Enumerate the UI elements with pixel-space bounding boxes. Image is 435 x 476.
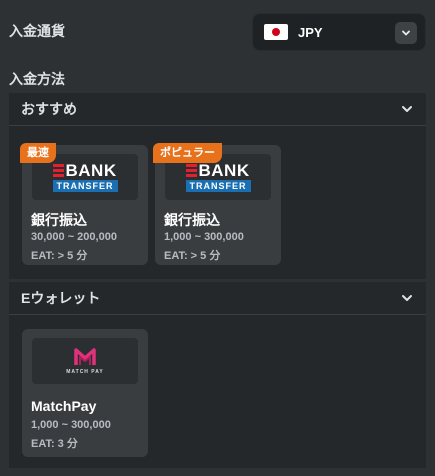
section-recommended-header[interactable]: おすすめ <box>9 93 426 126</box>
logo-text: BANK <box>65 160 117 180</box>
method-eat: EAT: 3 分 <box>31 438 78 450</box>
method-name: MatchPay <box>31 398 97 414</box>
payment-method-card[interactable]: MATCH PAY MatchPay 1,000 ~ 300,000 EAT: … <box>22 329 148 457</box>
method-eat: EAT: > 5 分 <box>31 250 88 262</box>
japan-flag-icon <box>264 24 288 40</box>
section-title: おすすめ <box>21 101 77 117</box>
currency-select[interactable]: JPY <box>252 13 426 51</box>
currency-label: 入金通貨 <box>9 23 65 39</box>
section-recommended: おすすめ BANK TRANSFER 最速 銀行振込 30,000 ~ 200,… <box>9 93 426 279</box>
logo-text: BANK <box>198 160 250 180</box>
method-range: 30,000 ~ 200,000 <box>31 231 117 243</box>
section-ewallet-header[interactable]: Eウォレット <box>9 282 426 315</box>
method-range: 1,000 ~ 300,000 <box>31 419 111 431</box>
chevron-down-icon[interactable] <box>400 291 414 305</box>
method-eat: EAT: > 5 分 <box>164 250 221 262</box>
logo-text: TRANSFER <box>52 179 118 192</box>
matchpay-mark-icon <box>74 347 96 365</box>
payment-method-card[interactable]: BANK TRANSFER 最速 銀行振込 30,000 ~ 200,000 E… <box>20 143 148 265</box>
logo-text: TRANSFER <box>185 179 251 192</box>
badge-fastest: 最速 <box>20 143 56 163</box>
badge-popular: ポピュラー <box>153 143 222 163</box>
chevron-down-icon[interactable] <box>400 102 414 116</box>
currency-dropdown-button[interactable] <box>395 22 417 44</box>
chevron-down-icon <box>402 30 410 36</box>
payment-method-card[interactable]: BANK TRANSFER ポピュラー 銀行振込 1,000 ~ 300,000… <box>153 143 281 265</box>
matchpay-logo: MATCH PAY <box>32 338 138 384</box>
section-ewallet: Eウォレット MATCH PAY MatchPay 1,000 ~ 300,00… <box>9 282 426 468</box>
currency-value: JPY <box>298 24 323 40</box>
method-name: 銀行振込 <box>31 212 87 228</box>
logo-text: MATCH PAY <box>66 368 104 375</box>
method-range: 1,000 ~ 300,000 <box>164 231 244 243</box>
method-name: 銀行振込 <box>164 212 220 228</box>
section-title: Eウォレット <box>21 290 101 306</box>
payment-method-label: 入金方法 <box>9 71 65 87</box>
